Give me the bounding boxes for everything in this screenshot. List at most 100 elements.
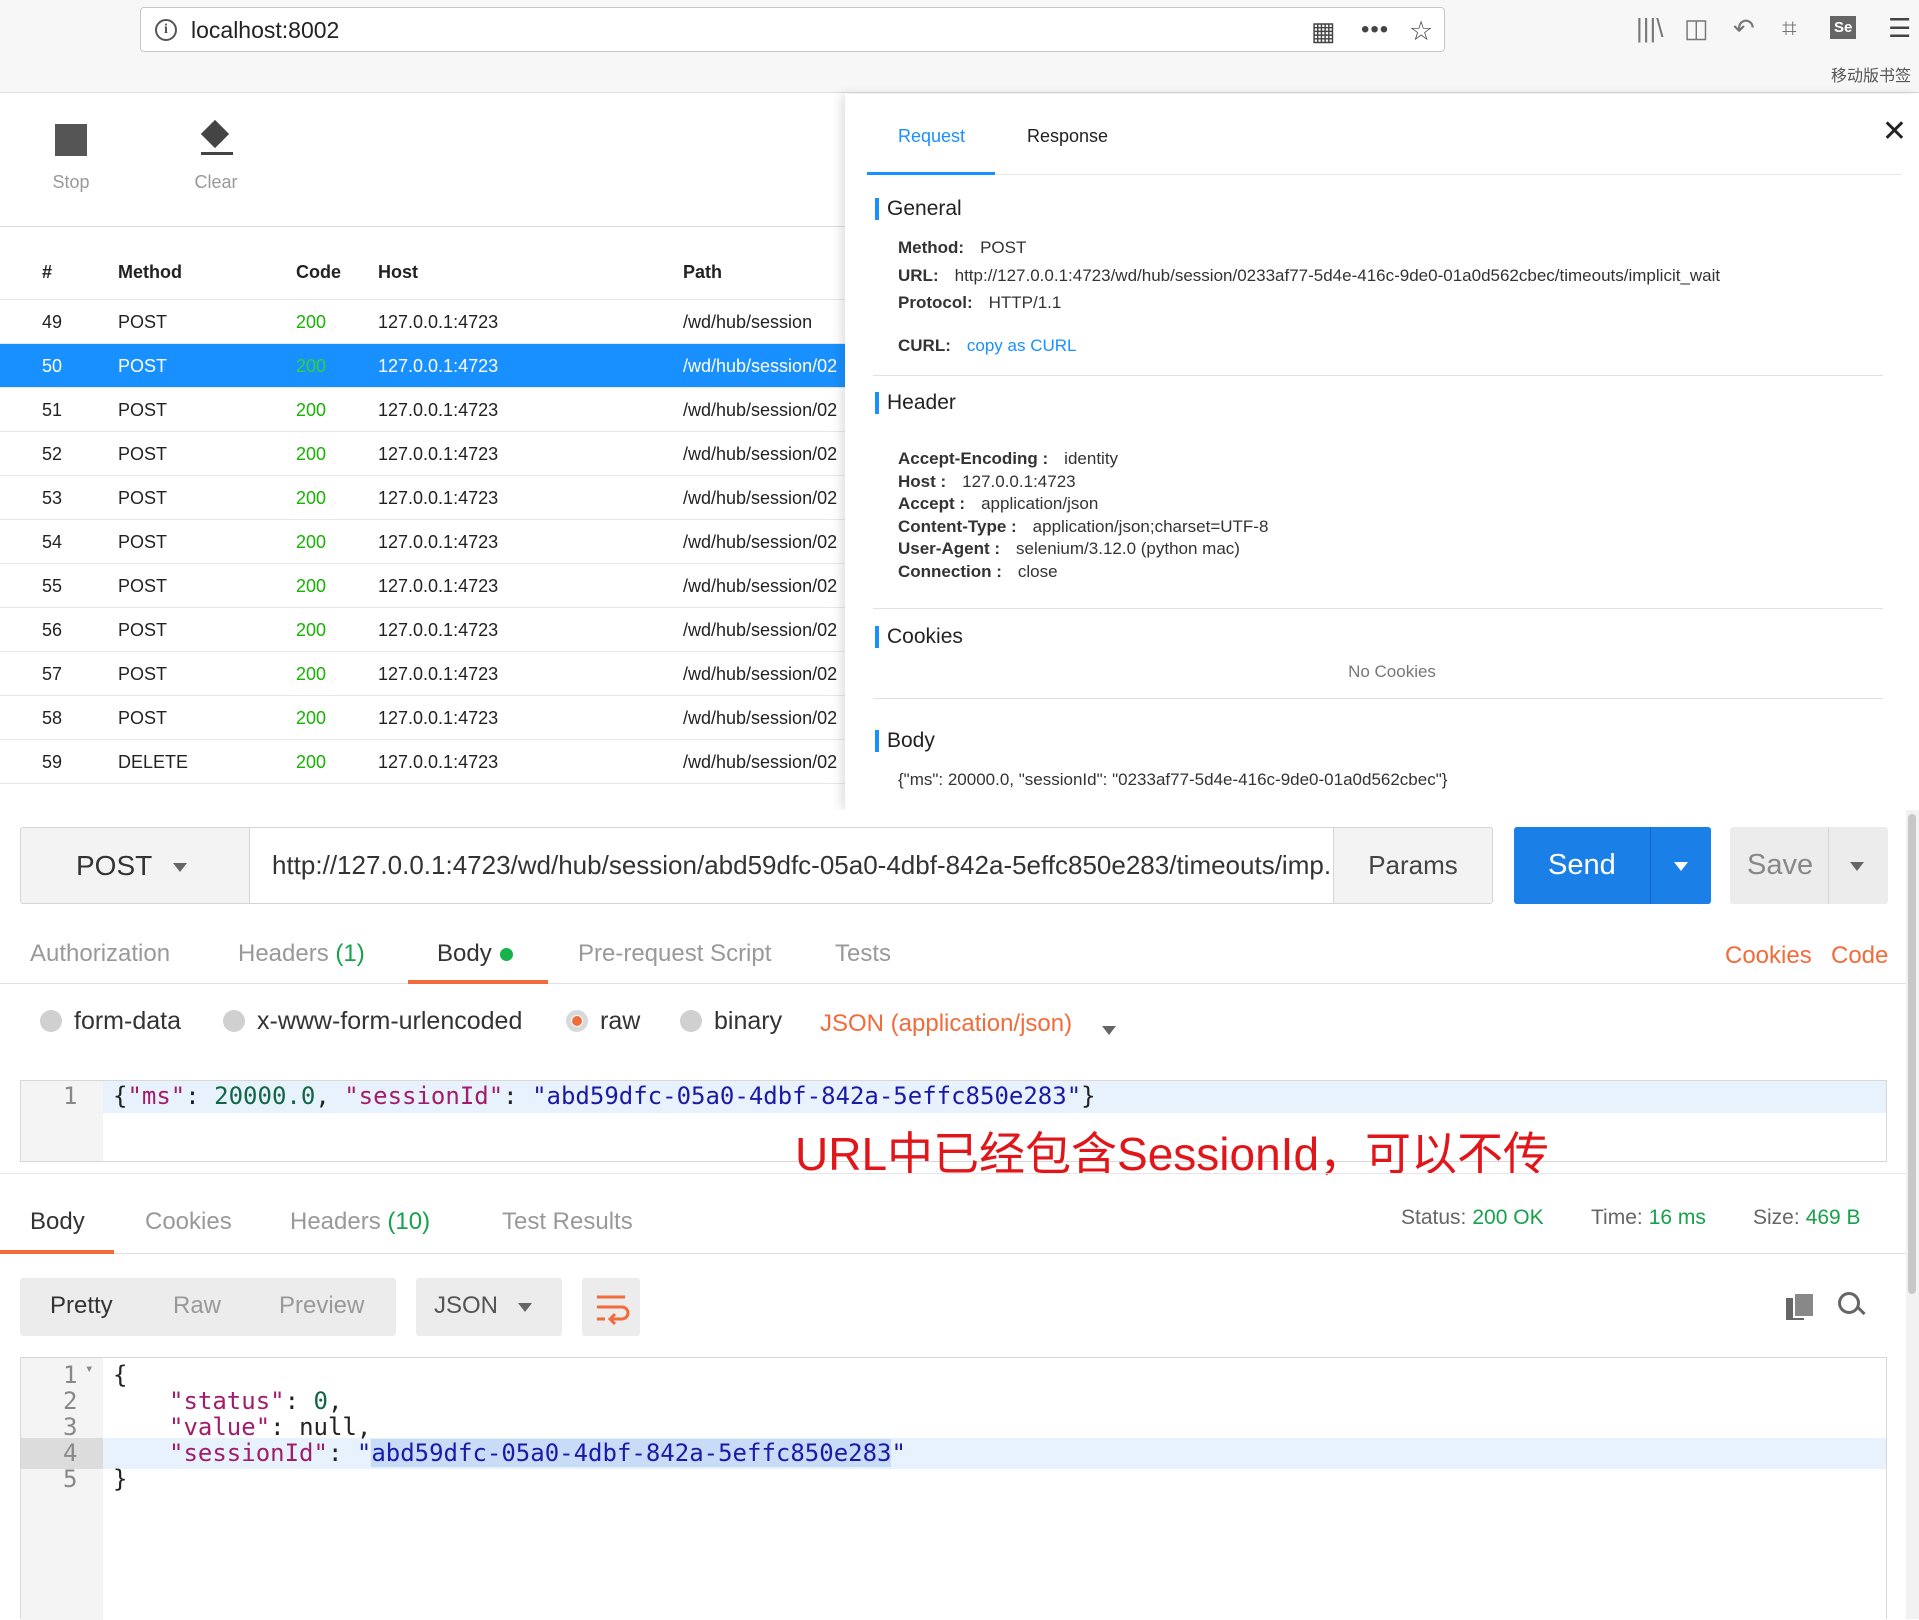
row-host: 127.0.0.1:4723 (378, 532, 499, 552)
table-row[interactable]: 55 POST 200 127.0.0.1:4723/wd/hub/session/0… (0, 564, 845, 608)
tab-response-headers[interactable]: Headers (10) (290, 1208, 430, 1236)
tab-tests[interactable]: Tests (835, 940, 891, 968)
col-code-header: Code (296, 262, 341, 282)
radio-raw[interactable]: raw (566, 1007, 640, 1036)
radio-form-data[interactable]: form-data (40, 1007, 181, 1036)
no-cookies-text: No Cookies (1348, 662, 1436, 681)
table-row[interactable]: 54 POST 200 127.0.0.1:4723/wd/hub/session/0… (0, 520, 845, 564)
request-url-input[interactable]: http://127.0.0.1:4723/wd/hub/session/abd… (250, 827, 1335, 904)
row-method: POST (118, 708, 168, 728)
mobile-bookmarks[interactable]: 移动版书签 (1831, 62, 1911, 86)
quote: " (891, 1439, 906, 1467)
code-line: "status": 0, (169, 1387, 342, 1415)
tab-response-cookies[interactable]: Cookies (145, 1208, 232, 1236)
content-type-dropdown[interactable]: JSON (application/json) (820, 1010, 1072, 1038)
crop-icon[interactable]: ⌗ (1782, 13, 1797, 45)
preview-button[interactable]: Preview (279, 1292, 364, 1320)
cookies-link[interactable]: Cookies (1725, 942, 1812, 970)
row-method: POST (118, 488, 168, 508)
method-value: POST (980, 238, 1027, 257)
chevron-down-icon[interactable] (1102, 1026, 1116, 1035)
radio-label: form-data (74, 1007, 181, 1035)
row-method: POST (118, 444, 168, 464)
json-string: "abd59dfc-05a0-4dbf-842a-5effc850e283" (532, 1082, 1082, 1110)
tab-response-body[interactable]: Body (30, 1208, 85, 1236)
clear-button[interactable]: Clear (171, 124, 261, 193)
header-value: identity (1064, 449, 1119, 468)
table-row[interactable]: 52 POST 200 127.0.0.1:4723/wd/hub/session/0… (0, 432, 845, 476)
row-host: 127.0.0.1:4723 (378, 752, 499, 772)
radio-urlencoded[interactable]: x-www-form-urlencoded (223, 1007, 522, 1036)
table-row[interactable]: 58 POST 200 127.0.0.1:4723/wd/hub/session/0… (0, 696, 845, 740)
row-path: /wd/hub/session/02 (683, 576, 838, 596)
copy-as-curl-link[interactable]: copy as CURL (967, 336, 1077, 355)
table-row[interactable]: 53 POST 200 127.0.0.1:4723/wd/hub/session/0… (0, 476, 845, 520)
tab-prerequest-script[interactable]: Pre-request Script (578, 940, 771, 968)
pretty-button[interactable]: Pretty (50, 1292, 113, 1320)
chevron-down-icon[interactable] (1674, 862, 1688, 871)
json-key: "sessionId" (169, 1439, 328, 1467)
col-method-header: Method (118, 262, 182, 282)
url-value: http://127.0.0.1:4723/wd/hub/session/023… (954, 266, 1721, 285)
chevron-down-icon[interactable] (1850, 862, 1864, 871)
table-row[interactable]: 57 POST 200 127.0.0.1:4723/wd/hub/session/0… (0, 652, 845, 696)
tab-response[interactable]: Response (1027, 126, 1108, 147)
tab-request[interactable]: Request (898, 126, 965, 147)
chevron-down-icon (518, 1303, 532, 1312)
back-arrow-icon[interactable]: ↶ (1733, 13, 1755, 44)
punct: , (327, 1387, 343, 1415)
address-text[interactable]: localhost:8002 (191, 17, 339, 44)
qr-code-icon[interactable]: ▦ (1311, 16, 1336, 47)
stop-button[interactable]: Stop (26, 124, 116, 193)
table-row[interactable]: 51 POST 200 127.0.0.1:4723/wd/hub/session/0… (0, 388, 845, 432)
active-tab-indicator (408, 980, 548, 984)
tab-authorization[interactable]: Authorization (30, 940, 170, 968)
sidebar-icon[interactable]: ◫ (1684, 13, 1709, 44)
row-host: 127.0.0.1:4723 (378, 312, 499, 332)
fold-arrow-icon[interactable]: ▾ (85, 1361, 93, 1377)
search-icon[interactable] (1838, 1292, 1866, 1320)
active-line-gutter (21, 1438, 103, 1469)
divider (873, 698, 1883, 699)
params-button[interactable]: Params (1333, 827, 1493, 904)
row-path: /wd/hub/session/02 (683, 356, 838, 376)
table-row[interactable]: 59 DELETE 200 127.0.0.1:4723/wd/hub/session… (0, 740, 845, 784)
tab-test-results[interactable]: Test Results (502, 1208, 633, 1236)
menu-icon[interactable]: ☰ (1888, 13, 1911, 44)
active-tab-indicator (867, 172, 995, 175)
radio-binary[interactable]: binary (680, 1007, 782, 1036)
general-url: URL: http://127.0.0.1:4723/wd/hub/session… (898, 266, 1720, 286)
table-row[interactable]: 49 POST 200 127.0.0.1:4723/wd/hub/session (0, 300, 845, 344)
radio-selected-icon (566, 1010, 588, 1032)
size-info: Size: 469 B (1753, 1206, 1861, 1230)
json-string-selected: abd59dfc-05a0-4dbf-842a-5effc850e283 (371, 1439, 892, 1467)
tab-headers[interactable]: Headers (1) (238, 940, 365, 968)
copy-icon[interactable] (1786, 1292, 1815, 1320)
wrap-lines-button[interactable] (582, 1278, 640, 1336)
code-link[interactable]: Code (1831, 942, 1888, 970)
tab-body[interactable]: Body (437, 940, 513, 968)
table-row[interactable]: 50 POST 200 127.0.0.1:4723/wd/hub/session/0… (0, 344, 845, 388)
eraser-icon (199, 124, 233, 156)
send-button[interactable]: Send (1514, 827, 1711, 904)
row-status-code: 200 (296, 532, 327, 552)
save-button[interactable]: Save (1730, 827, 1888, 904)
close-icon[interactable]: ✕ (1882, 114, 1907, 149)
star-icon[interactable]: ☆ (1409, 16, 1433, 47)
row-method: POST (118, 620, 168, 640)
code-line: } (113, 1465, 128, 1493)
scrollbar-thumb[interactable] (1908, 814, 1916, 1294)
raw-button[interactable]: Raw (173, 1292, 221, 1320)
format-dropdown[interactable]: JSON (416, 1278, 562, 1336)
address-bar[interactable]: i localhost:8002 ▦ ••• ☆ (140, 7, 1445, 52)
info-icon[interactable]: i (155, 19, 177, 41)
more-icon[interactable]: ••• (1361, 16, 1389, 44)
selenium-icon[interactable]: Se (1830, 16, 1857, 39)
header-item: Accept : application/json (898, 494, 1098, 514)
row-method: POST (118, 664, 168, 684)
library-icon[interactable]: |||\ (1636, 13, 1664, 44)
method-dropdown[interactable]: POST (20, 827, 250, 904)
status-info: Status: 200 OK (1401, 1206, 1544, 1230)
response-body-viewer[interactable]: 1 ▾ 2 3 4 5 { "status": 0, "value": null… (20, 1357, 1887, 1620)
table-row[interactable]: 56 POST 200 127.0.0.1:4723/wd/hub/session/0… (0, 608, 845, 652)
